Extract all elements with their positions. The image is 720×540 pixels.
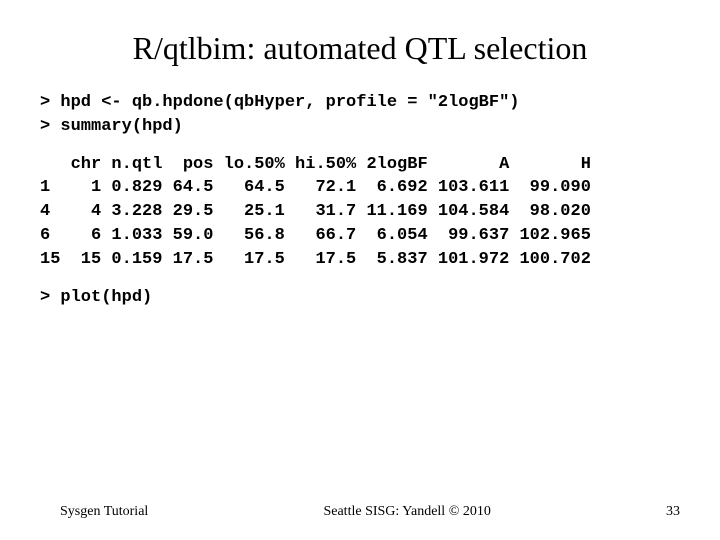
table-row: 6 6 1.033 59.0 56.8 66.7 6.054 99.637 10… (40, 226, 591, 245)
code-block: > hpd <- qb.hpdone(qbHyper, profile = "2… (40, 91, 680, 139)
footer-left: Sysgen Tutorial (60, 504, 148, 520)
slide: R/qtlbim: automated QTL selection > hpd … (0, 0, 720, 540)
table-row: 1 1 0.829 64.5 64.5 72.1 6.692 103.611 9… (40, 178, 591, 197)
code-line: > hpd <- qb.hpdone(qbHyper, profile = "2… (40, 93, 519, 112)
table-header: chr n.qtl pos lo.50% hi.50% 2logBF A H (40, 155, 591, 174)
table-row: 4 4 3.228 29.5 25.1 31.7 11.169 104.584 … (40, 202, 591, 221)
summary-table: chr n.qtl pos lo.50% hi.50% 2logBF A H 1… (40, 153, 680, 272)
footer-center: Seattle SISG: Yandell © 2010 (148, 504, 666, 520)
plot-command: > plot(hpd) (40, 286, 680, 310)
code-line: > summary(hpd) (40, 117, 183, 136)
table-row: 15 15 0.159 17.5 17.5 17.5 5.837 101.972… (40, 250, 591, 269)
slide-title: R/qtlbim: automated QTL selection (40, 30, 680, 67)
page-number: 33 (666, 504, 680, 520)
footer: Sysgen Tutorial Seattle SISG: Yandell © … (0, 504, 720, 520)
